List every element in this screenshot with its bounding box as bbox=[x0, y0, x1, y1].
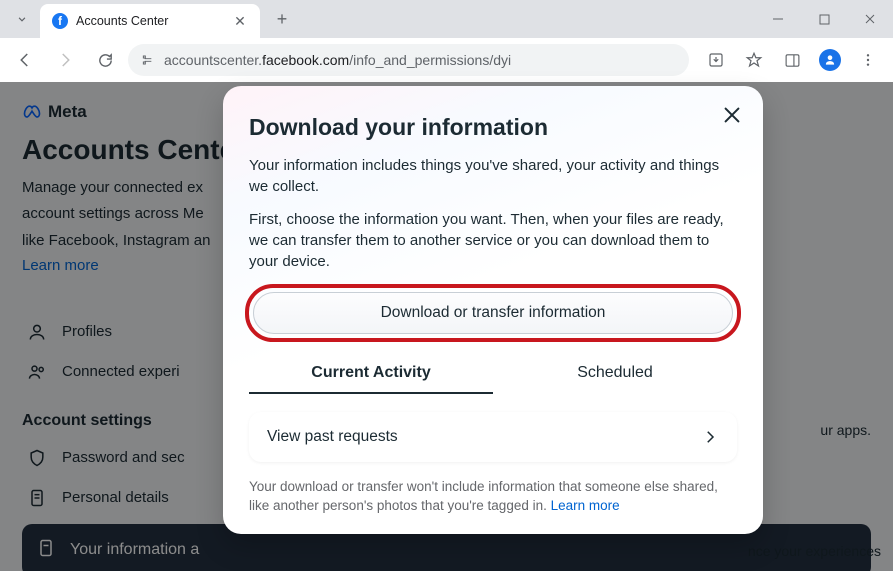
tab-current-activity[interactable]: Current Activity bbox=[249, 356, 493, 394]
address-bar: accountscenter.facebook.com/info_and_per… bbox=[0, 38, 893, 82]
bookmark-icon[interactable] bbox=[737, 43, 771, 77]
reload-button[interactable] bbox=[88, 43, 122, 77]
site-settings-icon[interactable] bbox=[140, 52, 156, 68]
highlight-annotation: Download or transfer information bbox=[245, 284, 741, 342]
chrome-menu-button[interactable] bbox=[851, 43, 885, 77]
modal-paragraph: First, choose the information you want. … bbox=[249, 209, 737, 272]
install-app-icon[interactable] bbox=[699, 43, 733, 77]
modal-tabs: Current Activity Scheduled bbox=[249, 356, 737, 394]
window-controls bbox=[755, 0, 893, 38]
tab-close-button[interactable]: ✕ bbox=[232, 13, 248, 29]
chevron-down-icon bbox=[15, 12, 29, 26]
tab-search-dropdown[interactable] bbox=[6, 3, 38, 35]
profile-button[interactable] bbox=[813, 43, 847, 77]
window-minimize-button[interactable] bbox=[755, 3, 801, 35]
new-tab-button[interactable]: + bbox=[268, 5, 296, 33]
reload-icon bbox=[97, 52, 114, 69]
modal-title: Download your information bbox=[249, 114, 737, 141]
download-transfer-button[interactable]: Download or transfer information bbox=[253, 292, 733, 334]
modal-close-button[interactable] bbox=[715, 98, 749, 132]
facebook-favicon-icon: f bbox=[52, 13, 68, 29]
url-text: accountscenter.facebook.com/info_and_per… bbox=[164, 52, 511, 68]
footnote-learn-more-link[interactable]: Learn more bbox=[551, 498, 620, 513]
window-close-button[interactable] bbox=[847, 3, 893, 35]
row-label: View past requests bbox=[267, 428, 398, 446]
modal-paragraph: Your information includes things you've … bbox=[249, 155, 737, 197]
back-button[interactable] bbox=[8, 43, 42, 77]
tab-bar: f Accounts Center ✕ + bbox=[0, 0, 893, 38]
forward-button[interactable] bbox=[48, 43, 82, 77]
side-panel-icon[interactable] bbox=[775, 43, 809, 77]
view-past-requests-row[interactable]: View past requests bbox=[249, 412, 737, 462]
close-icon bbox=[721, 104, 743, 126]
tab-scheduled[interactable]: Scheduled bbox=[493, 356, 737, 394]
browser-chrome: f Accounts Center ✕ + accountscenter.fac… bbox=[0, 0, 893, 83]
url-input[interactable]: accountscenter.facebook.com/info_and_per… bbox=[128, 44, 689, 76]
arrow-left-icon bbox=[16, 51, 34, 69]
arrow-right-icon bbox=[56, 51, 74, 69]
window-maximize-button[interactable] bbox=[801, 3, 847, 35]
modal-footnote: Your download or transfer won't include … bbox=[249, 478, 737, 516]
download-info-modal: Download your information Your informati… bbox=[223, 86, 763, 534]
browser-tab[interactable]: f Accounts Center ✕ bbox=[40, 4, 260, 38]
tab-title: Accounts Center bbox=[76, 14, 224, 28]
chevron-right-icon bbox=[701, 428, 719, 446]
